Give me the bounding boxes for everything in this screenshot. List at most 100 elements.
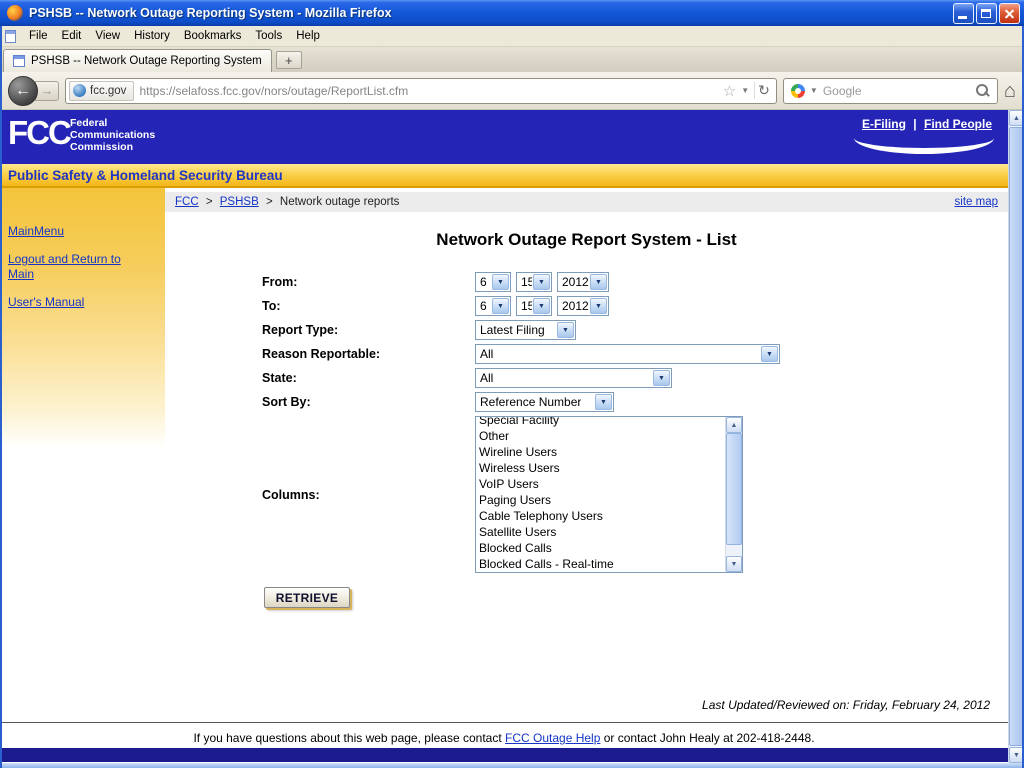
firefox-window: PSHSB -- Network Outage Reporting System…: [0, 0, 1024, 768]
reason-reportable-select[interactable]: All ▼: [475, 344, 780, 364]
site-identity-button[interactable]: fcc.gov: [69, 81, 134, 101]
list-item[interactable]: Paging Users: [479, 492, 725, 508]
search-magnifier-icon[interactable]: [976, 84, 990, 98]
report-type-label: Report Type:: [262, 323, 475, 337]
from-month-value: 6: [480, 275, 487, 289]
report-type-select[interactable]: Latest Filing ▼: [475, 320, 576, 340]
forward-button[interactable]: →: [35, 81, 59, 101]
breadcrumb: FCC > PSHSB > Network outage reports sit…: [165, 192, 1008, 212]
sort-by-value: Reference Number: [480, 395, 581, 409]
new-tab-button[interactable]: +: [276, 51, 302, 69]
search-engine-dropdown-icon[interactable]: ▼: [810, 86, 818, 95]
from-month-select[interactable]: 6 ▼: [475, 272, 511, 292]
menu-tools[interactable]: Tools: [248, 28, 289, 44]
window-titlebar: PSHSB -- Network Outage Reporting System…: [0, 0, 1024, 26]
list-item[interactable]: Other: [479, 428, 725, 444]
bureau-banner: Public Safety & Homeland Security Bureau: [0, 164, 1008, 188]
sort-by-row: Sort By: Reference Number ▼: [262, 392, 1002, 412]
header-link-separator: |: [913, 117, 916, 131]
list-item[interactable]: Cable Telephony Users: [479, 508, 725, 524]
breadcrumb-link-fcc[interactable]: FCC: [175, 196, 199, 208]
search-input[interactable]: Google: [823, 84, 971, 98]
search-box[interactable]: ▼ Google: [783, 78, 998, 104]
tab-pshsb[interactable]: PSHSB -- Network Outage Reporting System: [3, 49, 272, 72]
sort-by-label: Sort By:: [262, 395, 475, 409]
minimize-button[interactable]: [953, 3, 974, 24]
navigation-toolbar: ← → fcc.gov https://selafoss.fcc.gov/nor…: [0, 72, 1024, 110]
bookmark-star-icon[interactable]: ☆: [723, 82, 736, 100]
find-people-link[interactable]: Find People: [924, 117, 992, 131]
window-bottom-edge: [0, 763, 1024, 768]
to-month-select[interactable]: 6 ▼: [475, 296, 511, 316]
sidebar-item-users-manual[interactable]: User's Manual: [8, 295, 150, 310]
chevron-down-icon: ▼: [590, 298, 607, 314]
from-year-select[interactable]: 2012 ▼: [557, 272, 609, 292]
sidebar-item-logout[interactable]: Logout and Return to Main: [8, 252, 150, 282]
from-row: From: 6 ▼ 15 ▼ 2012 ▼: [262, 272, 1002, 292]
menu-help[interactable]: Help: [289, 28, 327, 44]
last-updated: Last Updated/Reviewed on: Friday, Februa…: [702, 698, 990, 712]
back-button[interactable]: ←: [8, 76, 38, 106]
footer-band: [0, 748, 1008, 762]
org-line: Communications: [70, 129, 155, 141]
reload-icon[interactable]: ↻: [754, 82, 770, 99]
list-item[interactable]: Blocked Calls - Real-time: [479, 556, 725, 572]
sidebar-item-mainmenu[interactable]: MainMenu: [8, 224, 150, 239]
state-select[interactable]: All ▼: [475, 368, 672, 388]
google-icon: [791, 84, 805, 98]
address-bar[interactable]: fcc.gov https://selafoss.fcc.gov/nors/ou…: [65, 78, 777, 104]
from-label: From:: [262, 275, 475, 289]
menu-file[interactable]: File: [22, 28, 55, 44]
fcc-outage-help-link[interactable]: FCC Outage Help: [505, 731, 600, 745]
chevron-down-icon: ▼: [533, 298, 550, 314]
close-button[interactable]: [999, 3, 1020, 24]
from-day-select[interactable]: 15 ▼: [516, 272, 552, 292]
history-dropdown-icon[interactable]: ▼: [741, 86, 749, 95]
chevron-down-icon: ▼: [557, 322, 574, 338]
efiling-link[interactable]: E-Filing: [862, 117, 906, 131]
scrollbar-thumb[interactable]: [726, 433, 742, 545]
sidebar: MainMenu Logout and Return to Main User'…: [0, 188, 165, 448]
menu-history[interactable]: History: [127, 28, 177, 44]
list-item[interactable]: Satellite Users: [479, 524, 725, 540]
list-item[interactable]: Special Facility: [479, 417, 725, 428]
chevron-down-icon: ▼: [590, 274, 607, 290]
footer-divider: [0, 722, 1008, 723]
tab-title: PSHSB -- Network Outage Reporting System: [31, 55, 262, 67]
window-title: PSHSB -- Network Outage Reporting System…: [29, 6, 953, 20]
breadcrumb-separator: >: [206, 196, 213, 208]
list-item[interactable]: Wireless Users: [479, 460, 725, 476]
menu-view[interactable]: View: [88, 28, 127, 44]
page-content: FCC Federal Communications Commission E-…: [0, 110, 1008, 763]
columns-listbox[interactable]: Special Facility Other Wireline Users Wi…: [475, 416, 743, 573]
breadcrumb-trail: FCC > PSHSB > Network outage reports: [175, 196, 399, 208]
menu-edit[interactable]: Edit: [55, 28, 89, 44]
home-button[interactable]: ⌂: [1004, 81, 1016, 101]
from-year-value: 2012: [562, 275, 589, 289]
breadcrumb-separator: >: [266, 196, 273, 208]
to-month-value: 6: [480, 299, 487, 313]
list-item[interactable]: VoIP Users: [479, 476, 725, 492]
list-item[interactable]: Wireline Users: [479, 444, 725, 460]
site-map-link[interactable]: site map: [955, 196, 998, 208]
breadcrumb-link-pshsb[interactable]: PSHSB: [220, 196, 259, 208]
footer-text-before: If you have questions about this web pag…: [193, 731, 501, 745]
menu-bookmarks[interactable]: Bookmarks: [177, 28, 249, 44]
to-year-select[interactable]: 2012 ▼: [557, 296, 609, 316]
scroll-down-button[interactable]: ▼: [726, 556, 742, 572]
retrieve-button[interactable]: RETRIEVE: [264, 587, 350, 608]
to-day-select[interactable]: 15 ▼: [516, 296, 552, 316]
maximize-button[interactable]: [976, 3, 997, 24]
window-left-edge: [0, 26, 2, 768]
chevron-down-icon: ▼: [595, 394, 612, 410]
footer-text-after: or contact John Healy at 202-418-2448.: [604, 731, 815, 745]
sort-by-select[interactable]: Reference Number ▼: [475, 392, 614, 412]
scroll-up-button[interactable]: ▲: [726, 417, 742, 433]
scrollbar-track[interactable]: [726, 433, 742, 556]
header-links: E-Filing | Find People: [862, 117, 992, 131]
list-item[interactable]: Blocked Calls: [479, 540, 725, 556]
state-label: State:: [262, 371, 475, 385]
listbox-scrollbar[interactable]: ▲ ▼: [725, 417, 742, 572]
url-text[interactable]: https://selafoss.fcc.gov/nors/outage/Rep…: [139, 84, 717, 98]
fcc-header: FCC Federal Communications Commission E-…: [0, 110, 1008, 164]
